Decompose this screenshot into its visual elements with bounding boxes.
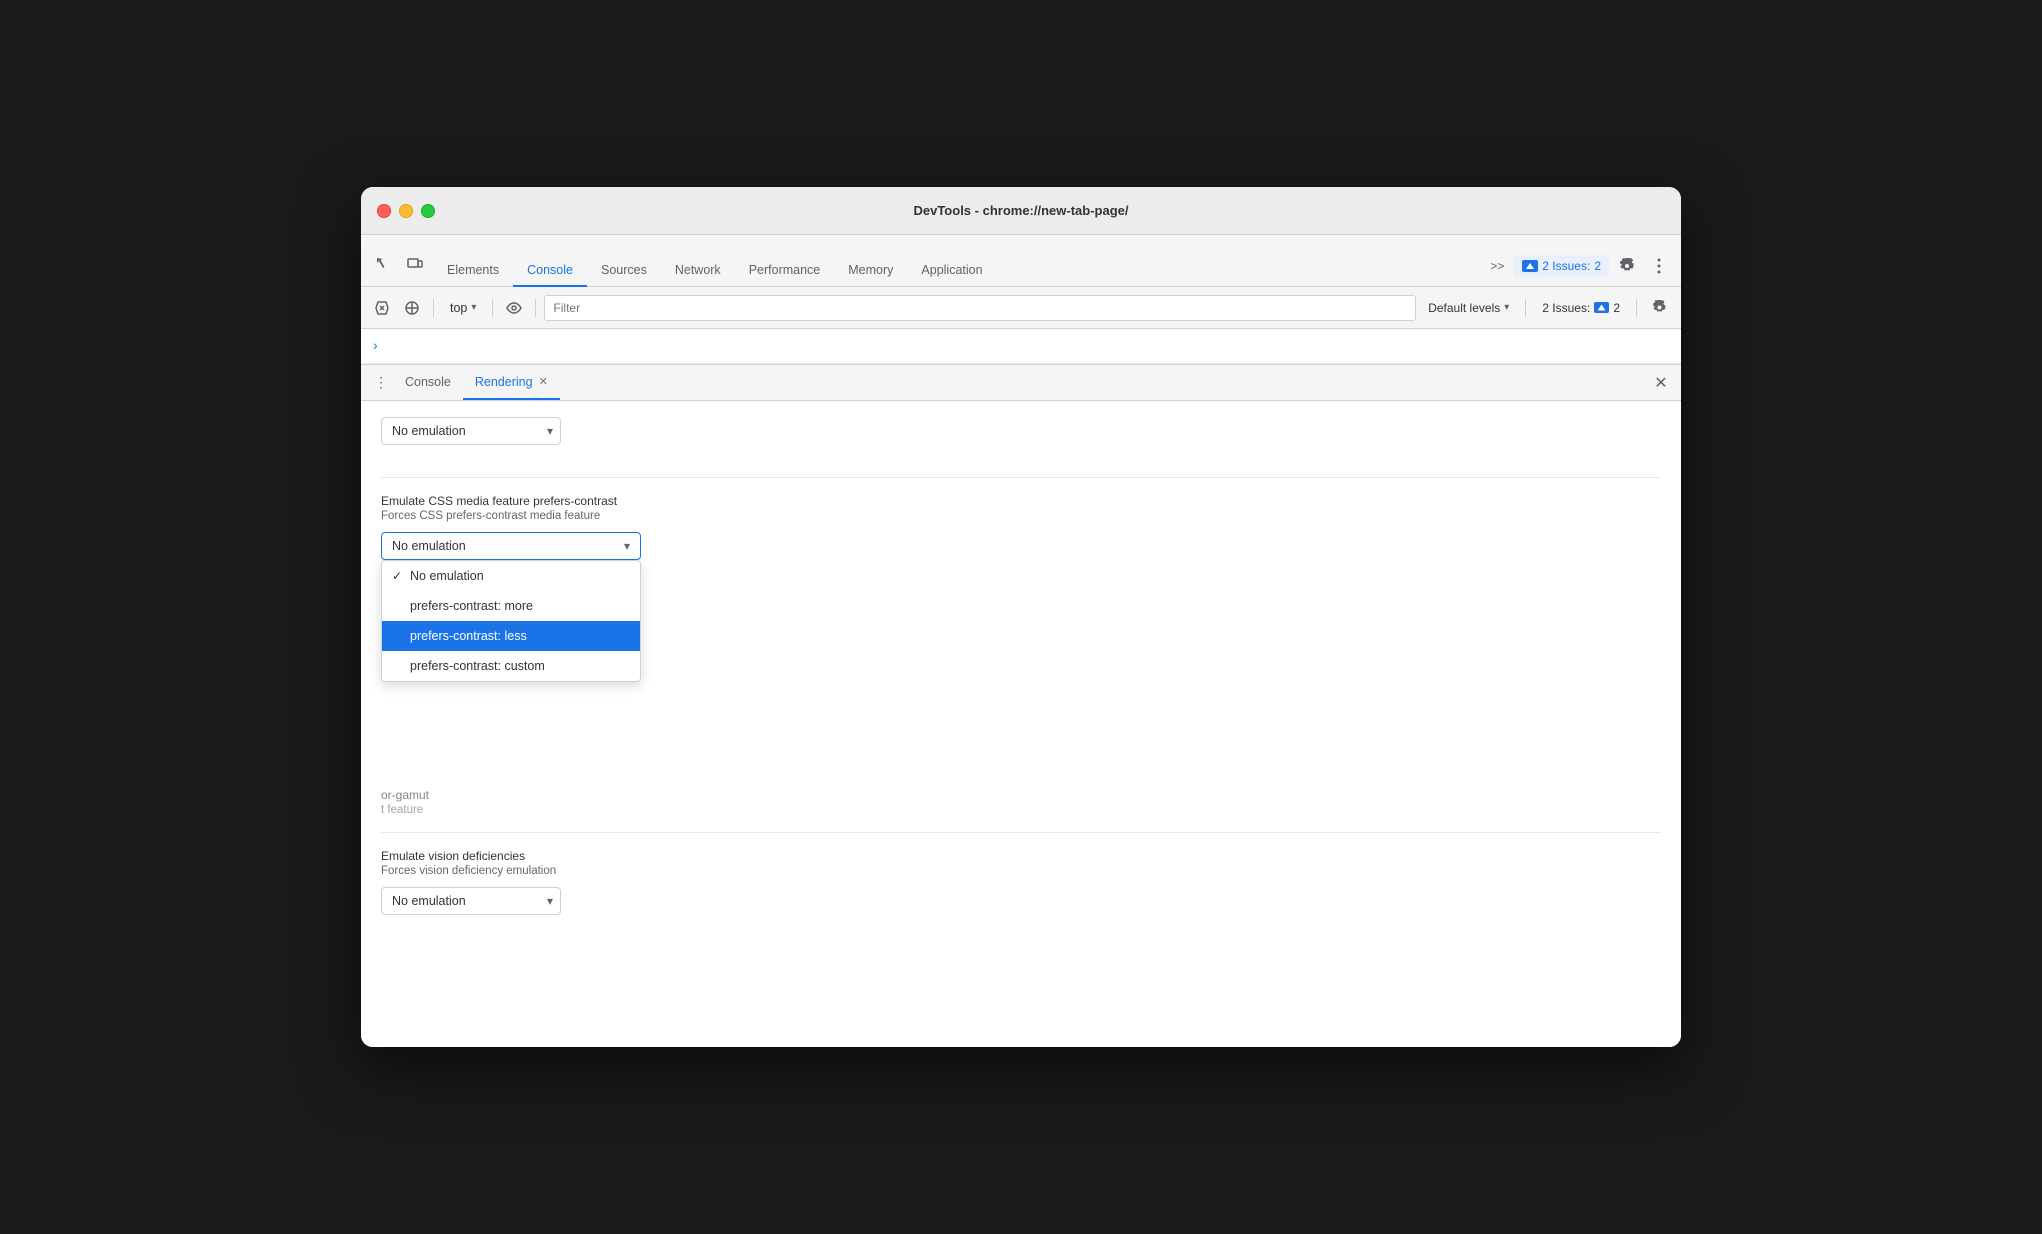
rendering-panel: No emulation Emulate CSS media feature p…	[361, 401, 1681, 1047]
bottom-drawer: ⋮ Console Rendering ✕ ✕ No emulation	[361, 364, 1681, 1047]
devtools-tabs-bar: Elements Console Sources Network Perform…	[361, 235, 1681, 287]
section-previous: No emulation	[381, 417, 1661, 461]
tabs-right-actions: >> 2 Issues: 2	[1484, 252, 1673, 286]
minimize-button[interactable]	[399, 204, 413, 218]
console-prompt-icon[interactable]: ›	[373, 337, 378, 353]
contrast-option-more[interactable]: prefers-contrast: more	[382, 591, 640, 621]
toolbar-separator-1	[433, 299, 434, 317]
more-tabs-button[interactable]: >>	[1484, 255, 1510, 277]
toolbar-separator-2	[492, 299, 493, 317]
color-gamut-sublabel-partial: t feature	[381, 804, 1661, 816]
drawer-console-label: Console	[405, 375, 451, 389]
devtools-window: DevTools - chrome://new-tab-page/ Elemen…	[361, 187, 1681, 1047]
maximize-button[interactable]	[421, 204, 435, 218]
tab-application[interactable]: Application	[907, 255, 996, 287]
contrast-dropdown-wrapper: No emulation ▾ No emulation prefers-cont…	[381, 532, 641, 560]
contrast-dropdown-menu: No emulation prefers-contrast: more pref…	[381, 560, 641, 682]
previous-select[interactable]: No emulation	[381, 417, 561, 445]
tab-console[interactable]: Console	[513, 255, 587, 287]
context-label: top	[450, 301, 467, 315]
tab-performance[interactable]: Performance	[735, 255, 835, 287]
context-dropdown-arrow: ▾	[471, 302, 476, 313]
section-color-gamut: or-gamut t feature	[381, 788, 1661, 816]
drawer-tab-console[interactable]: Console	[393, 365, 463, 400]
console-input-row: ›	[361, 329, 1681, 364]
more-options-icon[interactable]	[1645, 252, 1673, 280]
log-levels-dropdown[interactable]: Default levels ▾	[1420, 298, 1517, 318]
contrast-option-more-label: prefers-contrast: more	[410, 599, 533, 613]
content-area: › ⋮ Console Rendering ✕ ✕	[361, 329, 1681, 1047]
color-gamut-label-partial: or-gamut	[381, 788, 1661, 802]
issues-count-number: 2	[1613, 301, 1620, 315]
issues-number: 2	[1594, 259, 1601, 273]
issues-count-label: 2 Issues:	[1542, 259, 1590, 273]
section-divider-1	[381, 477, 1661, 478]
clear-console-icon[interactable]	[369, 295, 395, 321]
traffic-lights	[377, 204, 435, 218]
vision-label: Emulate vision deficiencies	[381, 849, 1661, 863]
drawer-rendering-close-icon[interactable]: ✕	[539, 375, 548, 388]
device-emulation-icon[interactable]	[401, 250, 429, 278]
contrast-option-no-emulation[interactable]: No emulation	[382, 561, 640, 591]
tab-network[interactable]: Network	[661, 255, 735, 287]
toolbar-separator-5	[1636, 299, 1637, 317]
drawer-tabs-bar: ⋮ Console Rendering ✕ ✕	[361, 365, 1681, 401]
eye-icon[interactable]	[501, 295, 527, 321]
prefers-contrast-label: Emulate CSS media feature prefers-contra…	[381, 494, 1661, 508]
drawer-close-button[interactable]: ✕	[1649, 371, 1673, 395]
tab-sources[interactable]: Sources	[587, 255, 661, 287]
tab-elements[interactable]: Elements	[433, 255, 513, 287]
contrast-dropdown-trigger[interactable]: No emulation ▾	[381, 532, 641, 560]
console-settings-icon[interactable]	[1645, 294, 1673, 322]
settings-gear-icon[interactable]	[1613, 252, 1641, 280]
console-toolbar: top ▾ Default levels ▾ 2 Issues: 2	[361, 287, 1681, 329]
select-element-icon[interactable]	[369, 250, 397, 278]
previous-dropdown-wrapper: No emulation	[381, 417, 561, 445]
contrast-option-custom[interactable]: prefers-contrast: custom	[382, 651, 640, 681]
prefers-contrast-sublabel: Forces CSS prefers-contrast media featur…	[381, 510, 1661, 522]
contrast-option-custom-label: prefers-contrast: custom	[410, 659, 545, 673]
drawer-rendering-label: Rendering	[475, 375, 533, 389]
contrast-option-less[interactable]: prefers-contrast: less	[382, 621, 640, 651]
vision-sublabel: Forces vision deficiency emulation	[381, 865, 1661, 877]
toolbar-separator-4	[1525, 299, 1526, 317]
tab-memory[interactable]: Memory	[834, 255, 907, 287]
drawer-tab-rendering[interactable]: Rendering ✕	[463, 365, 560, 400]
levels-arrow: ▾	[1504, 302, 1509, 313]
vision-select[interactable]: No emulation	[381, 887, 561, 915]
close-button[interactable]	[377, 204, 391, 218]
issues-icon	[1522, 260, 1538, 272]
filter-icon[interactable]	[399, 295, 425, 321]
context-selector[interactable]: top ▾	[442, 298, 484, 318]
toolbar-separator-3	[535, 299, 536, 317]
section-prefers-contrast: Emulate CSS media feature prefers-contra…	[381, 494, 1661, 568]
contrast-dropdown-value: No emulation	[392, 539, 466, 553]
drawer-more-button[interactable]: ⋮	[369, 371, 393, 395]
title-bar: DevTools - chrome://new-tab-page/	[361, 187, 1681, 235]
contrast-option-less-label: prefers-contrast: less	[410, 629, 527, 643]
contrast-dropdown-arrow-icon: ▾	[624, 539, 630, 553]
section-vision-deficiencies: Emulate vision deficiencies Forces visio…	[381, 849, 1661, 931]
window-title: DevTools - chrome://new-tab-page/	[913, 203, 1128, 218]
issues-count-text: 2 Issues:	[1542, 301, 1590, 315]
levels-label: Default levels	[1428, 301, 1500, 315]
issues-count-display: 2 Issues: 2	[1534, 298, 1628, 318]
vision-dropdown-wrapper: No emulation	[381, 887, 561, 915]
contrast-option-no-emulation-label: No emulation	[410, 569, 484, 583]
section-divider-2	[381, 832, 1661, 833]
console-filter-input[interactable]	[544, 295, 1416, 321]
issues-button[interactable]: 2 Issues: 2	[1514, 255, 1609, 277]
devtools-left-icons	[369, 250, 429, 286]
issues-count-icon	[1594, 302, 1609, 313]
